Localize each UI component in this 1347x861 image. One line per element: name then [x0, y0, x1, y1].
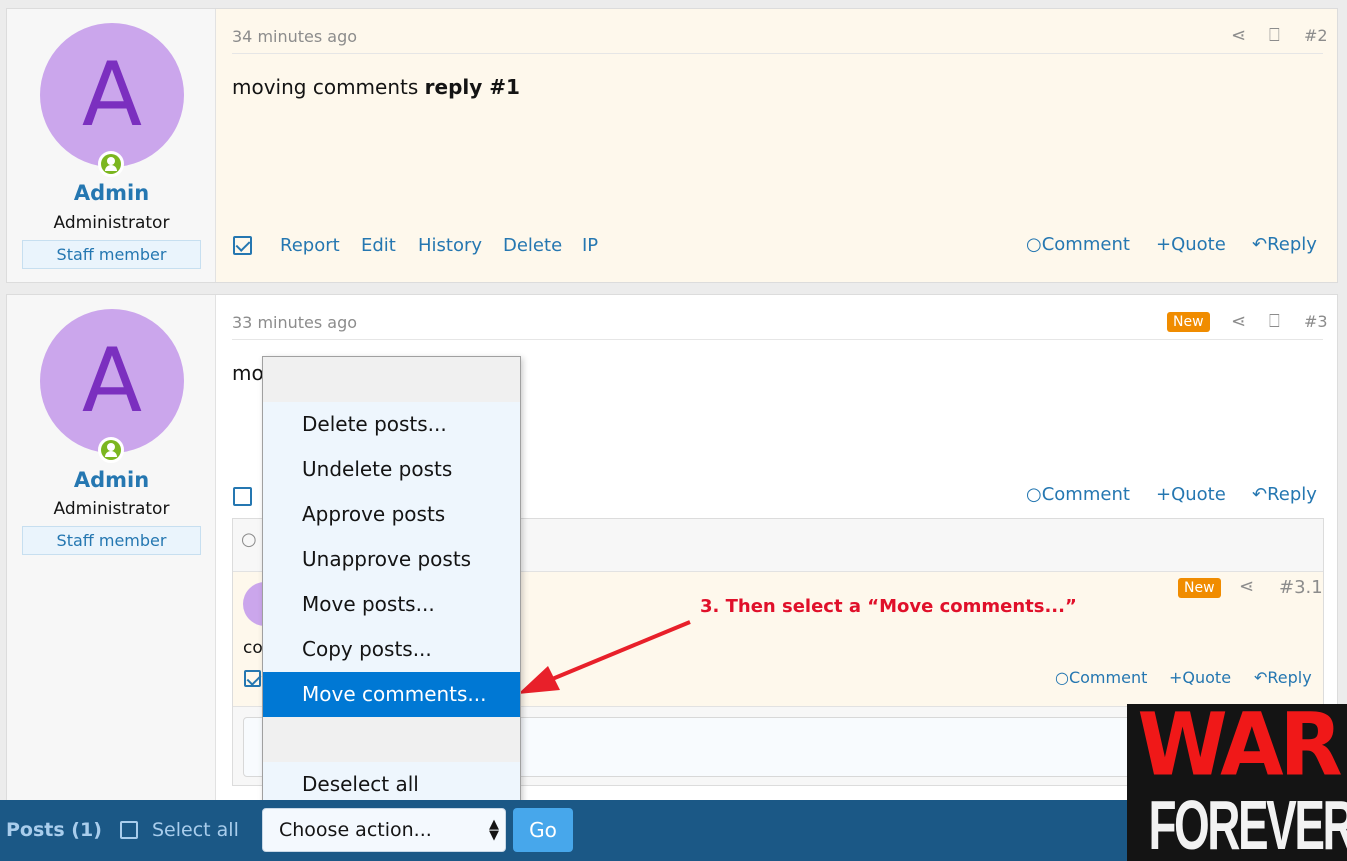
menu-item-move-posts[interactable]: Move posts... — [263, 582, 520, 627]
new-badge: New — [1167, 312, 1210, 332]
quote-button[interactable]: +Quote — [1156, 484, 1226, 505]
online-icon — [98, 437, 124, 463]
comment-content: co — [243, 638, 263, 658]
select-all-checkbox[interactable] — [120, 821, 138, 839]
comment-button[interactable]: ○Comment — [1026, 234, 1130, 255]
edit-link[interactable]: Edit — [361, 235, 396, 256]
menu-item-move-comments[interactable]: Move comments... — [263, 672, 520, 717]
post-number[interactable]: #3 — [1304, 312, 1328, 331]
reply-button[interactable]: ↶Reply — [1254, 668, 1312, 687]
post-number[interactable]: #2 — [1304, 26, 1328, 45]
username[interactable]: Admin — [7, 181, 216, 205]
menu-item-undelete-posts[interactable]: Undelete posts — [263, 447, 520, 492]
quote-button[interactable]: +Quote — [1169, 668, 1231, 687]
action-dropdown-menu: Delete posts... Undelete posts Approve p… — [262, 356, 521, 807]
report-link[interactable]: Report — [280, 235, 340, 256]
reply-button[interactable]: ↶Reply — [1252, 484, 1317, 505]
share-icon[interactable]: ⋖ — [1239, 576, 1254, 597]
menu-item-approve-posts[interactable]: Approve posts — [263, 492, 520, 537]
history-link[interactable]: History — [418, 235, 482, 256]
posts-count: Posts (1) — [6, 819, 102, 841]
reply-icon: ↶ — [1254, 668, 1268, 687]
user-title: Administrator — [53, 499, 170, 519]
bookmark-icon[interactable]: ⎕ — [1269, 311, 1280, 332]
menu-item-unapprove-posts[interactable]: Unapprove posts — [263, 537, 520, 582]
select-checkbox[interactable] — [233, 487, 252, 506]
reply-icon: ↶ — [1252, 234, 1268, 255]
post-time[interactable]: 33 minutes ago — [232, 313, 357, 332]
comment-number[interactable]: #3.1 — [1279, 577, 1323, 598]
share-icon[interactable]: ⋖ — [1231, 25, 1246, 46]
action-select[interactable]: Choose action... ▲ ▼ — [262, 808, 506, 852]
comment-icon: ○ — [1026, 234, 1042, 255]
reply-button[interactable]: ↶Reply — [1252, 234, 1317, 255]
plus-icon: + — [1156, 484, 1172, 505]
staff-banner: Staff member — [22, 526, 201, 555]
post-time[interactable]: 34 minutes ago — [232, 27, 357, 46]
quote-button[interactable]: +Quote — [1156, 234, 1226, 255]
comment-button[interactable]: ○Comment — [1055, 668, 1147, 687]
ip-link[interactable]: IP — [582, 235, 598, 256]
plus-icon: + — [1156, 234, 1172, 255]
comment-icon: ○ — [1055, 668, 1069, 687]
war-forever-logo: WAR FOREVER — [1127, 704, 1347, 861]
post-2: A Admin Administrator Staff member 34 mi… — [6, 8, 1338, 283]
post-content: moving comments reply #1 — [232, 75, 520, 99]
staff-banner: Staff member — [22, 240, 201, 269]
plus-icon: + — [1169, 668, 1183, 687]
reply-icon: ↶ — [1252, 484, 1268, 505]
username[interactable]: Admin — [7, 468, 216, 492]
avatar[interactable]: A — [40, 309, 184, 453]
menu-item-blank — [263, 717, 520, 762]
share-icon[interactable]: ⋖ — [1231, 311, 1246, 332]
comment-icon: ○ — [1026, 484, 1042, 505]
select-checkbox[interactable] — [244, 670, 261, 687]
delete-link[interactable]: Delete — [503, 235, 562, 256]
divider — [232, 339, 1323, 340]
comment-button[interactable]: ○Comment — [1026, 484, 1130, 505]
annotation-text: 3. Then select a “Move comments...” — [700, 596, 1077, 617]
new-badge: New — [1178, 578, 1221, 598]
user-panel: A Admin Administrator Staff member — [7, 295, 216, 813]
menu-item-blank — [263, 357, 520, 402]
user-panel: A Admin Administrator Staff member — [7, 9, 216, 282]
bookmark-icon[interactable]: ⎕ — [1269, 25, 1280, 46]
online-icon — [98, 151, 124, 177]
user-title: Administrator — [53, 213, 170, 233]
select-checkbox[interactable] — [233, 236, 252, 255]
go-button[interactable]: Go — [513, 808, 573, 852]
select-arrows-icon: ▲ ▼ — [489, 817, 499, 843]
menu-item-delete-posts[interactable]: Delete posts... — [263, 402, 520, 447]
avatar[interactable]: A — [40, 23, 184, 167]
annotation-arrow — [518, 620, 691, 694]
select-all-label[interactable]: Select all — [152, 819, 239, 841]
divider — [232, 53, 1323, 54]
comments-icon: ○ — [241, 529, 257, 550]
post-content: mo — [232, 361, 264, 385]
menu-item-copy-posts[interactable]: Copy posts... — [263, 627, 520, 672]
